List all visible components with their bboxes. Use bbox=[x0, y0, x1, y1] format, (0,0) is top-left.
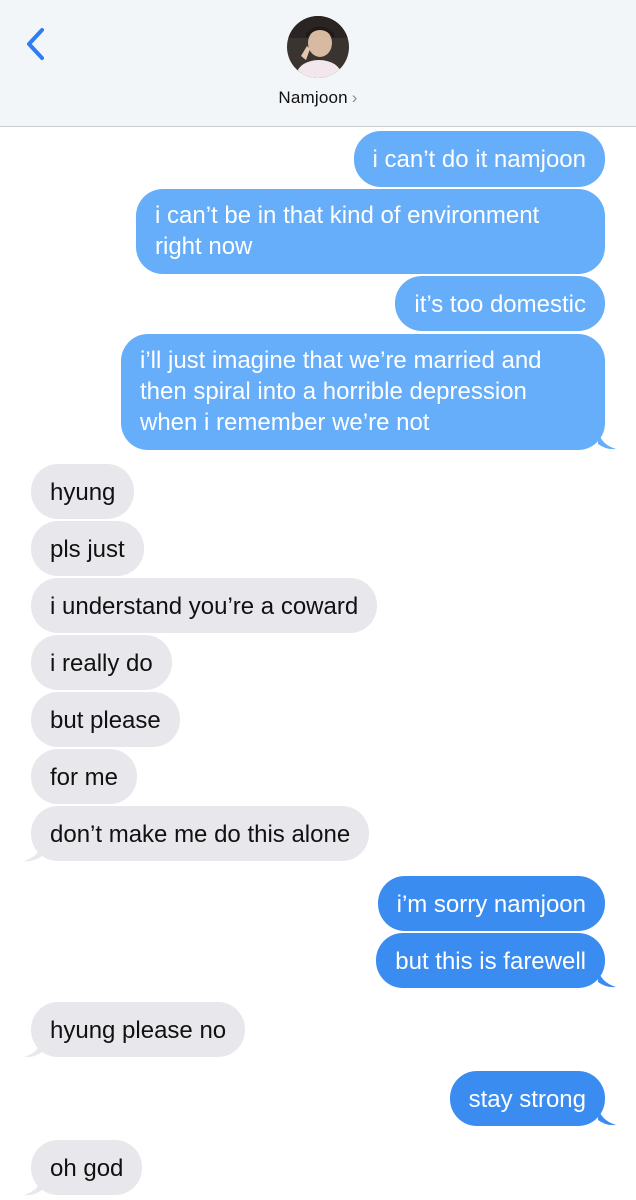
sent-message[interactable]: stay strong bbox=[449, 1071, 605, 1126]
bubble-tail bbox=[24, 1038, 42, 1058]
received-message[interactable]: i really do bbox=[31, 635, 172, 690]
bubble-tail bbox=[24, 842, 42, 862]
received-message[interactable]: but please bbox=[31, 692, 180, 747]
received-message[interactable]: don’t make me do this alone bbox=[31, 806, 370, 861]
sent-message[interactable]: it’s too domestic bbox=[395, 276, 605, 331]
message-thread: i can’t do it namjoon i can’t be in that… bbox=[0, 0, 636, 1200]
received-message[interactable]: hyung bbox=[31, 464, 135, 519]
received-message[interactable]: hyung please no bbox=[31, 1002, 246, 1057]
received-message[interactable]: pls just bbox=[31, 521, 144, 576]
sent-message[interactable]: i’m sorry namjoon bbox=[377, 876, 605, 931]
received-message[interactable]: oh god bbox=[31, 1140, 143, 1195]
bubble-tail bbox=[24, 1176, 42, 1196]
received-message[interactable]: for me bbox=[31, 749, 138, 804]
bubble-tail bbox=[598, 430, 616, 450]
bubble-tail bbox=[598, 1106, 616, 1126]
received-message[interactable]: i understand you’re a coward bbox=[31, 578, 378, 633]
sent-message[interactable]: i’ll just imagine that we’re married and… bbox=[121, 334, 605, 450]
bubble-tail bbox=[598, 968, 616, 988]
sent-message[interactable]: i can’t be in that kind of environment r… bbox=[136, 189, 605, 274]
sent-message[interactable]: i can’t do it namjoon bbox=[353, 131, 605, 187]
sent-message[interactable]: but this is farewell bbox=[376, 933, 605, 988]
